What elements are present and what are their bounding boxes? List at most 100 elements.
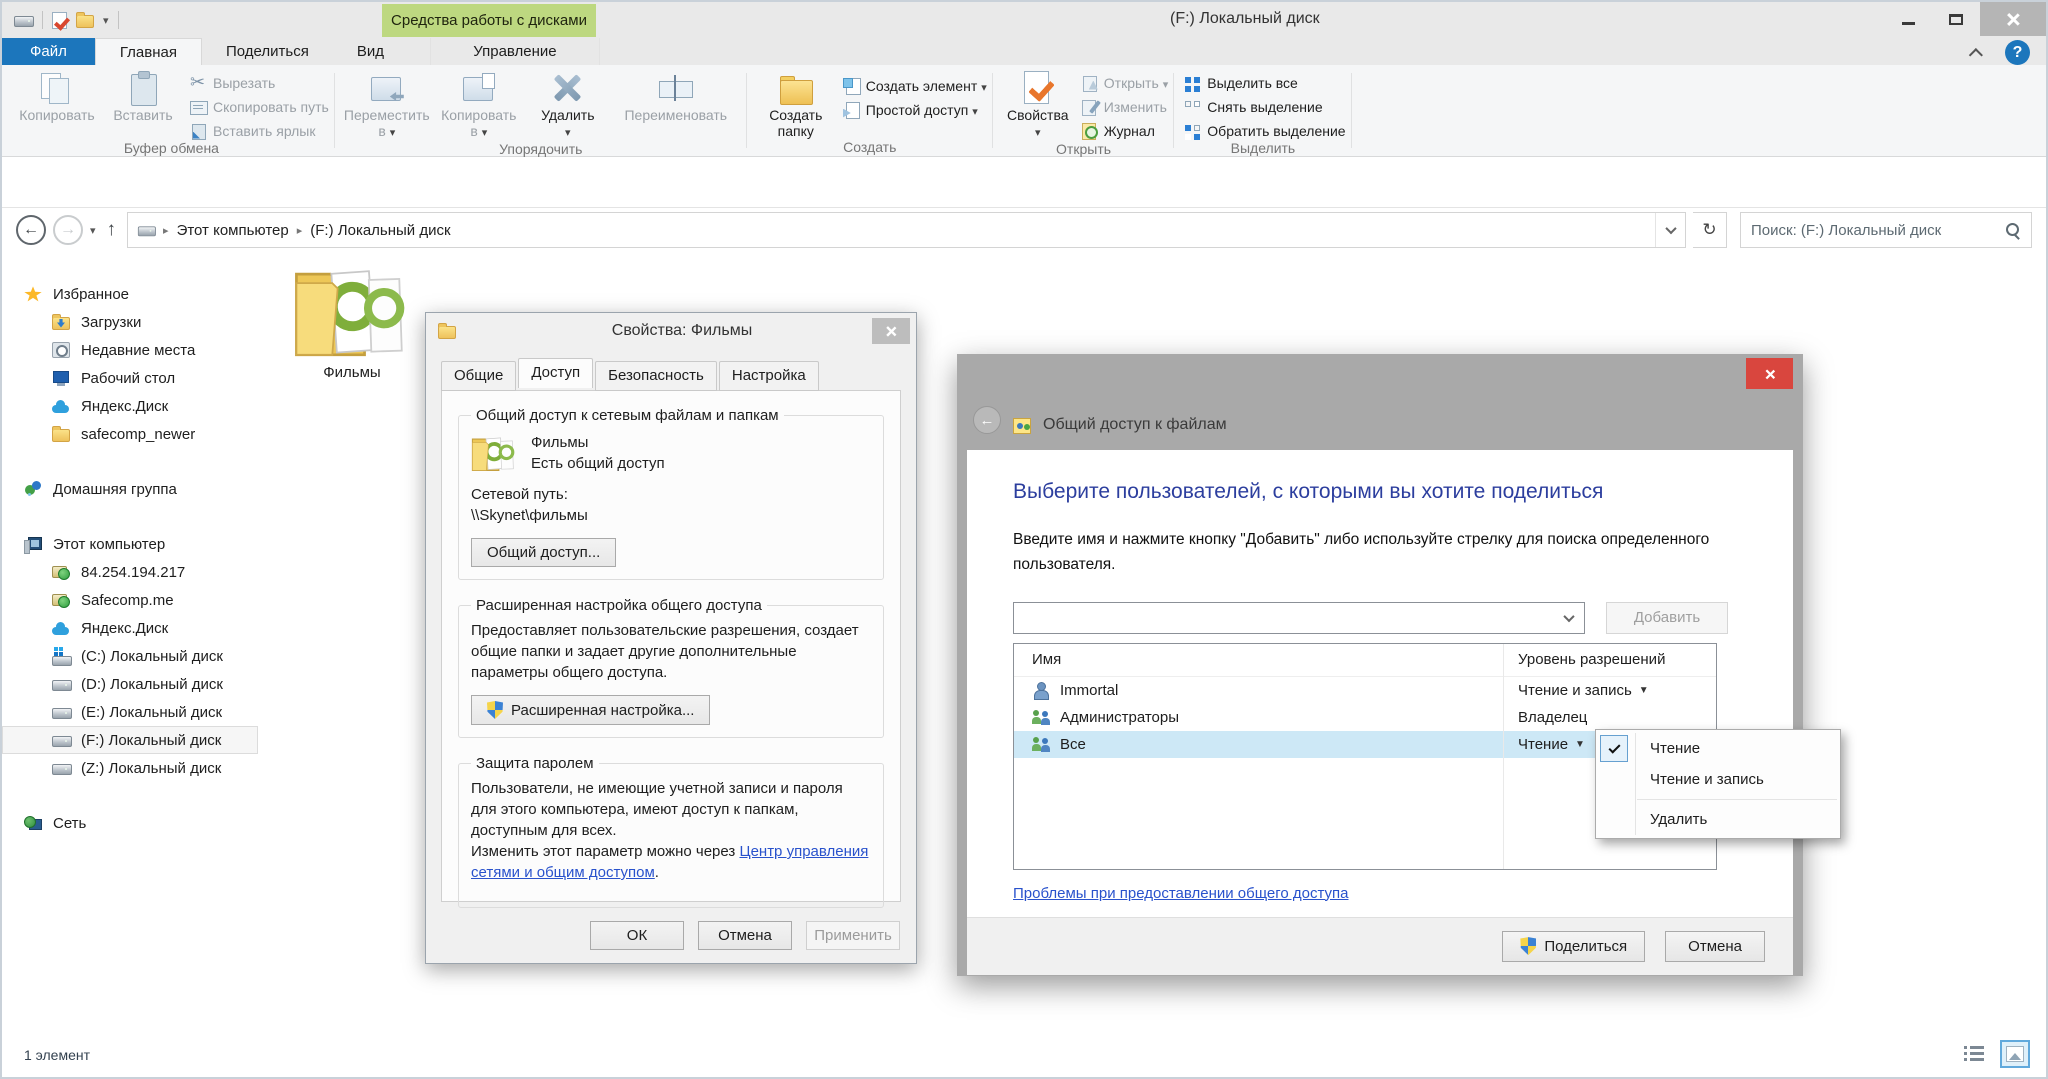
large-icons-view-button[interactable] — [2000, 1040, 2030, 1068]
cut-button[interactable]: Вырезать — [190, 73, 329, 92]
sharing-problems-link[interactable]: Проблемы при предоставлении общего досту… — [1013, 885, 1349, 902]
sidebar-item[interactable]: (C:) Локальный диск — [2, 642, 258, 670]
forward-button[interactable] — [53, 215, 83, 245]
paste-shortcut-button[interactable]: Вставить ярлык — [190, 121, 329, 140]
invert-selection-button[interactable]: Обратить выделение — [1184, 121, 1345, 140]
easy-access-icon — [843, 102, 860, 118]
cancel-button[interactable]: Отмена — [1665, 931, 1765, 962]
sidebar-item[interactable]: Сеть — [2, 809, 258, 837]
close-button[interactable] — [1746, 358, 1793, 389]
sidebar-item[interactable]: safecomp_newer — [2, 420, 258, 448]
properties-shortcut-icon[interactable] — [52, 12, 67, 29]
share-button[interactable]: Поделиться — [1502, 931, 1645, 962]
qat-customize-caret-icon[interactable] — [103, 14, 109, 27]
add-button[interactable]: Добавить — [1606, 602, 1728, 634]
close-button[interactable] — [872, 318, 910, 344]
permission-level: Владелец — [1518, 709, 1587, 726]
address-bar[interactable]: Этот компьютер (F:) Локальный диск — [127, 212, 1686, 248]
paste-button[interactable]: Вставить — [100, 68, 186, 123]
sidebar-item[interactable]: Яндекс.Диск — [2, 392, 258, 420]
select-all-button[interactable]: Выделить все — [1184, 73, 1345, 92]
folder-icon[interactable] — [76, 15, 94, 28]
sidebar-item[interactable]: Яндекс.Диск — [2, 614, 258, 642]
help-icon[interactable] — [2005, 40, 2030, 65]
sidebar-item[interactable]: Загрузки — [2, 308, 258, 336]
minimize-button[interactable] — [1884, 2, 1932, 36]
column-permission-level[interactable]: Уровень разрешений — [1504, 651, 1716, 668]
menu-item-read[interactable]: Чтение — [1596, 733, 1840, 764]
details-view-button[interactable] — [1960, 1040, 1990, 1068]
tab-file[interactable]: Файл — [2, 38, 95, 65]
sidebar-item[interactable]: Safecomp.me — [2, 586, 258, 614]
recent-locations-caret-icon[interactable] — [90, 224, 96, 237]
dialog-body: Выберите пользователей, с которыми вы хо… — [967, 450, 1793, 966]
ok-button[interactable]: ОК — [590, 921, 684, 950]
sidebar-item[interactable]: Домашняя группа — [2, 475, 258, 503]
apply-button[interactable]: Применить — [806, 921, 900, 950]
sidebar-item[interactable]: (D:) Локальный диск — [2, 670, 258, 698]
edit-button[interactable]: Изменить — [1081, 97, 1169, 116]
tab-home[interactable]: Главная — [95, 38, 202, 65]
sidebar-item[interactable]: (Z:) Локальный диск — [2, 754, 258, 782]
folder-item-films[interactable]: Фильмы — [276, 258, 428, 381]
select-none-button[interactable]: Снять выделение — [1184, 97, 1345, 116]
new-item-button[interactable]: Создать элемент — [843, 76, 987, 95]
cancel-button[interactable]: Отмена — [698, 921, 792, 950]
dropdown-caret-icon[interactable] — [1639, 685, 1649, 696]
user-row[interactable]: Immortal Чтение и запись — [1014, 677, 1716, 704]
tab-share[interactable]: Поделиться — [202, 38, 333, 65]
copy-to-button[interactable]: Копировать в — [433, 68, 525, 141]
history-button[interactable]: Журнал — [1081, 121, 1169, 140]
menu-item-read-write[interactable]: Чтение и запись — [1596, 764, 1840, 795]
sidebar-item[interactable]: (F:) Локальный диск — [2, 726, 258, 754]
tab-view[interactable]: Вид — [333, 38, 408, 65]
user-search-combobox[interactable] — [1013, 602, 1585, 634]
rename-button[interactable]: Переименовать — [611, 68, 741, 123]
dialog-footer: Поделиться Отмена — [967, 917, 1793, 975]
list-header: Имя Уровень разрешений — [1014, 644, 1716, 677]
sidebar-item[interactable]: Рабочий стол — [2, 364, 258, 392]
tab-manage[interactable]: Управление — [430, 38, 600, 65]
tab-general[interactable]: Общие — [441, 361, 516, 391]
easy-access-button[interactable]: Простой доступ — [843, 100, 987, 119]
delete-button[interactable]: Удалить — [525, 68, 611, 141]
back-button[interactable] — [973, 406, 1001, 434]
up-button[interactable] — [103, 219, 121, 241]
dropdown-caret-icon[interactable] — [1575, 739, 1585, 750]
sidebar-item[interactable]: 84.254.194.217 — [2, 558, 258, 586]
copy-button[interactable]: Копировать — [14, 68, 100, 123]
close-button[interactable] — [1980, 2, 2046, 36]
menu-item-remove[interactable]: Удалить — [1596, 804, 1840, 835]
breadcrumb-arrow-icon[interactable] — [155, 224, 177, 237]
maximize-button[interactable] — [1932, 2, 1980, 36]
address-history-dropdown[interactable] — [1655, 213, 1685, 247]
properties-button[interactable]: Свойства — [999, 68, 1077, 141]
copy-path-button[interactable]: Скопировать путь — [190, 97, 329, 116]
new-folder-button[interactable]: Создать папку — [753, 68, 839, 139]
search-input[interactable]: Поиск: (F:) Локальный диск — [1740, 212, 2032, 248]
breadcrumb-this-pc[interactable]: Этот компьютер — [177, 222, 289, 239]
password-protection-description: Пользователи, не имеющие учетной записи … — [471, 778, 871, 841]
tab-sharing[interactable]: Доступ — [518, 358, 593, 388]
share-button[interactable]: Общий доступ... — [471, 538, 616, 567]
column-name[interactable]: Имя — [1014, 651, 1504, 668]
ribbon-tab-bar: Файл Главная Поделиться Вид Управление — [2, 38, 2046, 65]
move-to-button[interactable]: Переместить в — [341, 68, 433, 141]
drive-icon — [52, 676, 70, 692]
item-count: 1 элемент — [24, 1047, 90, 1063]
tab-customize[interactable]: Настройка — [719, 361, 819, 391]
sidebar-item[interactable]: Избранное — [2, 280, 258, 308]
sidebar-item[interactable]: (E:) Локальный диск — [2, 698, 258, 726]
advanced-sharing-button[interactable]: Расширенная настройка... — [471, 695, 710, 725]
sidebar-item-label: Яндекс.Диск — [81, 398, 168, 415]
breadcrumb-current-drive[interactable]: (F:) Локальный диск — [310, 222, 450, 239]
breadcrumb-arrow-icon[interactable] — [289, 224, 311, 237]
refresh-button[interactable] — [1693, 212, 1727, 248]
collapse-ribbon-icon[interactable] — [1969, 48, 1983, 62]
user-row[interactable]: Администраторы Владелец — [1014, 704, 1716, 731]
tab-security[interactable]: Безопасность — [595, 361, 717, 391]
open-button[interactable]: Открыть — [1081, 73, 1169, 92]
back-button[interactable] — [16, 215, 46, 245]
sidebar-item[interactable]: Недавние места — [2, 336, 258, 364]
sidebar-item[interactable]: Этот компьютер — [2, 530, 258, 558]
